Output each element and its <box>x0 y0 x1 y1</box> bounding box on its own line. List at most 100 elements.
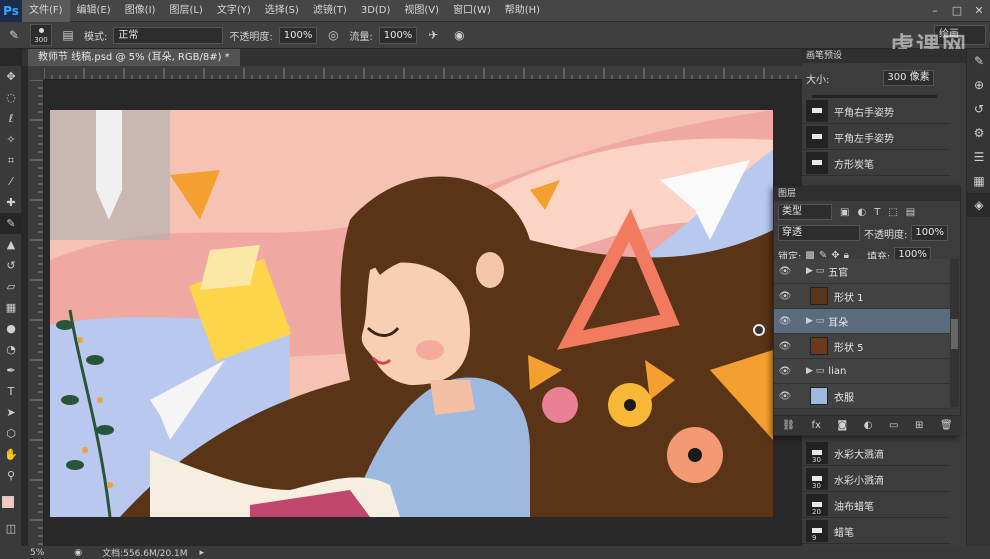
blur-tool-icon[interactable]: ● <box>0 318 22 339</box>
filter-smart-icon[interactable]: ▤ <box>906 207 915 218</box>
brush-tool-icon[interactable]: ✎ <box>0 213 22 234</box>
filter-adjust-icon[interactable]: ◐ <box>857 207 866 218</box>
preset-item[interactable]: 9 蜡笔 <box>802 519 950 544</box>
crop-tool-icon[interactable]: ⌗ <box>0 150 22 171</box>
preset-item[interactable]: 平角右手姿势 <box>802 99 950 124</box>
shape-tool-icon[interactable]: ⬡ <box>0 423 22 444</box>
brush-size-value[interactable]: 300 像素 <box>883 70 934 86</box>
visibility-eye-icon[interactable]: 👁︎ <box>774 341 796 352</box>
menu-view[interactable]: 视图(V) <box>397 0 446 22</box>
mode-select[interactable]: 正常 <box>113 26 224 44</box>
layers-scrollbar[interactable] <box>950 259 959 407</box>
preset-item[interactable]: 平角左手姿势 <box>802 125 950 150</box>
layers-panel-icon[interactable]: ◈ <box>967 193 990 217</box>
brush-panel-toggle-icon[interactable]: ▤ <box>58 25 78 45</box>
plant-leaf-5 <box>66 460 84 470</box>
history-brush-tool-icon[interactable]: ↺ <box>0 255 22 276</box>
pressure-size-icon[interactable]: ◉ <box>449 25 469 45</box>
workspace-select[interactable]: 绘画 <box>934 25 986 45</box>
zoom-tool-icon[interactable]: ⚲ <box>0 465 22 486</box>
new-layer-icon[interactable]: ⊞ <box>915 420 923 431</box>
layer-row-selected[interactable]: 👁︎ ▶ ▭ 耳朵 <box>774 309 950 334</box>
lasso-tool-icon[interactable]: ℓ <box>0 108 22 129</box>
airbrush-icon[interactable]: ✈ <box>423 25 443 45</box>
minimize-icon[interactable]: – <box>924 0 946 22</box>
foreground-color-swatch[interactable] <box>2 496 14 508</box>
hand-tool-icon[interactable]: ✋ <box>0 444 22 465</box>
artwork-canvas[interactable] <box>50 110 773 517</box>
blend-mode-select[interactable]: 穿透 <box>778 225 860 241</box>
eyedropper-tool-icon[interactable]: ⁄ <box>0 171 22 192</box>
layer-row[interactable]: 👁︎ ▶ ▭ 五官 <box>774 259 950 284</box>
document-tab[interactable]: 教师节 线稿.psd @ 5% (耳朵, RGB/8#) * <box>28 49 240 66</box>
status-menu-arrow-icon[interactable]: ▸ <box>200 548 205 558</box>
menu-select[interactable]: 选择(S) <box>258 0 306 22</box>
menu-3d[interactable]: 3D(D) <box>354 0 398 22</box>
canvas-area[interactable] <box>44 80 802 546</box>
layer-style-icon[interactable]: fx <box>812 420 821 431</box>
flower-yellow-center <box>624 399 636 411</box>
filter-pixel-icon[interactable]: ▣ <box>840 207 849 218</box>
menu-file[interactable]: 文件(F) <box>22 0 70 22</box>
path-select-tool-icon[interactable]: ➤ <box>0 402 22 423</box>
preset-item[interactable]: 20 油布蜡笔 <box>802 493 950 518</box>
properties-icon[interactable]: ☰ <box>967 145 990 169</box>
quick-mask-icon[interactable]: ◫ <box>0 518 22 539</box>
visibility-eye-icon[interactable]: 👁︎ <box>774 391 796 402</box>
preset-item[interactable]: 方形炭笔 <box>802 151 950 176</box>
brush-size-slider[interactable] <box>812 95 937 98</box>
adjustments-icon[interactable]: ⚙ <box>967 121 990 145</box>
filter-shape-icon[interactable]: ⬚ <box>888 207 897 218</box>
clone-source-icon[interactable]: ⊕ <box>967 73 990 97</box>
menu-layer[interactable]: 图层(L) <box>162 0 209 22</box>
layer-row[interactable]: 👁︎ 衣服 <box>774 384 950 409</box>
brush-tool-icon[interactable]: ✎ <box>4 25 24 45</box>
eraser-tool-icon[interactable]: ▱ <box>0 276 22 297</box>
maximize-icon[interactable]: □ <box>946 0 968 22</box>
filter-type-icon[interactable]: T <box>874 207 880 218</box>
preset-item[interactable]: 30 水彩大溅滴 <box>802 441 950 466</box>
flow-input[interactable]: 100% <box>378 26 418 44</box>
link-layers-icon[interactable]: ⛓ <box>782 420 795 431</box>
move-tool-icon[interactable]: ✥ <box>0 66 22 87</box>
new-group-icon[interactable]: ▭ <box>889 420 898 431</box>
swatches-icon[interactable]: ▦ <box>967 169 990 193</box>
dodge-tool-icon[interactable]: ◔ <box>0 339 22 360</box>
gradient-tool-icon[interactable]: ▦ <box>0 297 22 318</box>
marquee-tool-icon[interactable]: ◌ <box>0 87 22 108</box>
visibility-eye-icon[interactable]: 👁︎ <box>774 266 796 277</box>
opacity-input[interactable]: 100% <box>278 26 318 44</box>
menu-image[interactable]: 图像(I) <box>118 0 163 22</box>
preset-item[interactable]: 30 水彩小溅滴 <box>802 467 950 492</box>
zoom-level[interactable]: 5% <box>30 548 44 558</box>
add-mask-icon[interactable]: ◙ <box>838 420 848 431</box>
magic-wand-tool-icon[interactable]: ✧ <box>0 129 22 150</box>
preset-number: 30 <box>812 456 821 464</box>
close-icon[interactable]: ✕ <box>968 0 990 22</box>
brush-size-picker[interactable]: 300 <box>30 24 52 46</box>
visibility-eye-icon[interactable]: 👁︎ <box>774 291 796 302</box>
menu-edit[interactable]: 编辑(E) <box>70 0 118 22</box>
delete-layer-icon[interactable]: 🗑︎ <box>940 420 953 431</box>
type-tool-icon[interactable]: T <box>0 381 22 402</box>
menu-type[interactable]: 文字(Y) <box>210 0 258 22</box>
visibility-eye-icon[interactable]: 👁︎ <box>774 316 796 327</box>
status-info-icon[interactable]: ◉ <box>74 548 82 558</box>
healing-tool-icon[interactable]: ✚ <box>0 192 22 213</box>
menu-help[interactable]: 帮助(H) <box>498 0 547 22</box>
layer-filter-select[interactable]: 类型 <box>778 204 832 220</box>
layer-opacity-input[interactable]: 100% <box>911 225 948 241</box>
layer-row[interactable]: 👁︎ ▶ ▭ lian <box>774 359 950 384</box>
layer-row[interactable]: 👁︎ 形状 5 <box>774 334 950 359</box>
menu-window[interactable]: 窗口(W) <box>446 0 498 22</box>
brush-settings-icon[interactable]: ✎ <box>967 49 990 73</box>
pressure-opacity-icon[interactable]: ◎ <box>323 25 343 45</box>
visibility-eye-icon[interactable]: 👁︎ <box>774 366 796 377</box>
stamp-tool-icon[interactable]: ▲ <box>0 234 22 255</box>
horizontal-ruler <box>44 66 802 80</box>
pen-tool-icon[interactable]: ✒ <box>0 360 22 381</box>
layer-row[interactable]: 👁︎ 形状 1 <box>774 284 950 309</box>
history-icon[interactable]: ↺ <box>967 97 990 121</box>
new-adjustment-icon[interactable]: ◐ <box>864 420 873 431</box>
menu-filter[interactable]: 滤镜(T) <box>306 0 354 22</box>
